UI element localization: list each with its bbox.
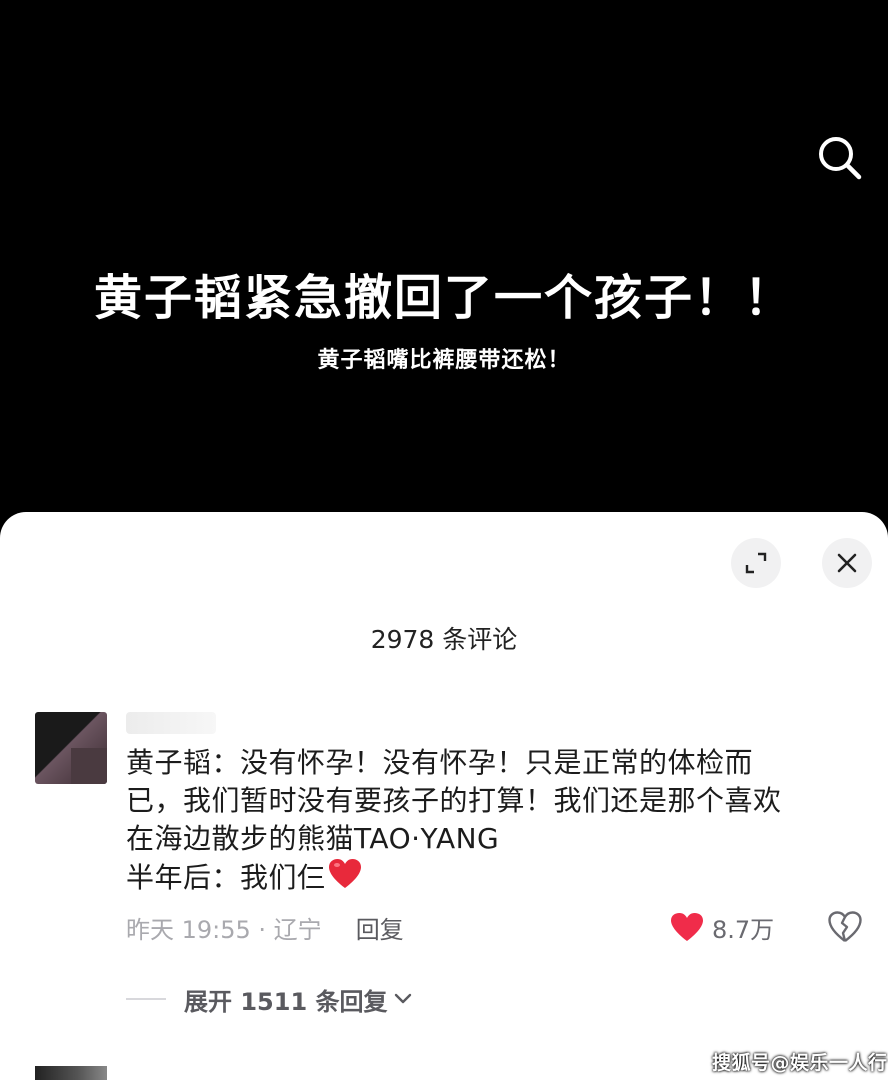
video-subline: 黄子韬嘴比裤腰带还松！	[317, 348, 571, 373]
video-headline: 黄子韬紧急撤回了一个孩子！！	[93, 270, 794, 326]
comment-line-with-emoji: 半年后：我们仨	[126, 858, 866, 900]
username-blurred[interactable]	[126, 712, 216, 734]
search-icon	[819, 137, 862, 180]
comment-meta: 昨天 19:55 · 辽宁 回复	[126, 910, 404, 944]
divider	[126, 998, 166, 1000]
broken-heart-icon	[828, 911, 862, 942]
watermark: 搜狐号@娱乐一人行	[712, 1052, 888, 1074]
expand-replies-button[interactable]: 展开 1511 条回复	[126, 982, 414, 1016]
reply-button[interactable]: 回复	[356, 910, 404, 945]
comment-count: 2978 条评论	[370, 625, 518, 654]
close-button[interactable]	[822, 538, 872, 588]
comments-sheet: 2978 条评论 黄子韬：没有怀孕！没有怀孕！只是正常的体检而 已，我们暂时没有…	[0, 512, 888, 1080]
close-icon	[837, 553, 857, 573]
expand-button[interactable]	[731, 538, 781, 588]
avatar[interactable]	[35, 712, 107, 784]
video-area[interactable]: 黄子韬紧急撤回了一个孩子！！ 黄子韬嘴比裤腰带还松！	[0, 0, 888, 520]
search-button[interactable]	[812, 130, 868, 186]
comment-line: 已，我们暂时没有要孩子的打算！我们还是那个喜欢	[126, 784, 782, 817]
chevron-down-icon	[394, 993, 411, 1004]
comment-time-location: 昨天 19:55 · 辽宁	[126, 915, 322, 944]
avatar-blur	[71, 748, 107, 784]
expand-icon	[745, 552, 767, 574]
comment-line: 在海边散步的熊猫TAO·YANG	[126, 822, 500, 855]
comment-line: 半年后：我们仨	[126, 861, 326, 894]
comment-line: 黄子韬：没有怀孕！没有怀孕！只是正常的体检而	[126, 746, 754, 779]
dislike-button[interactable]	[826, 908, 864, 946]
like-count: 8.7万	[712, 915, 775, 944]
next-comment-avatar[interactable]	[35, 1066, 107, 1080]
heart-emoji-icon	[328, 858, 362, 900]
like-button[interactable]: 8.7万	[670, 910, 774, 944]
expand-replies-label: 展开 1511 条回复	[184, 987, 388, 1016]
comment-text: 黄子韬：没有怀孕！没有怀孕！只是正常的体检而 已，我们暂时没有要孩子的打算！我们…	[126, 744, 866, 900]
heart-icon	[671, 913, 703, 941]
